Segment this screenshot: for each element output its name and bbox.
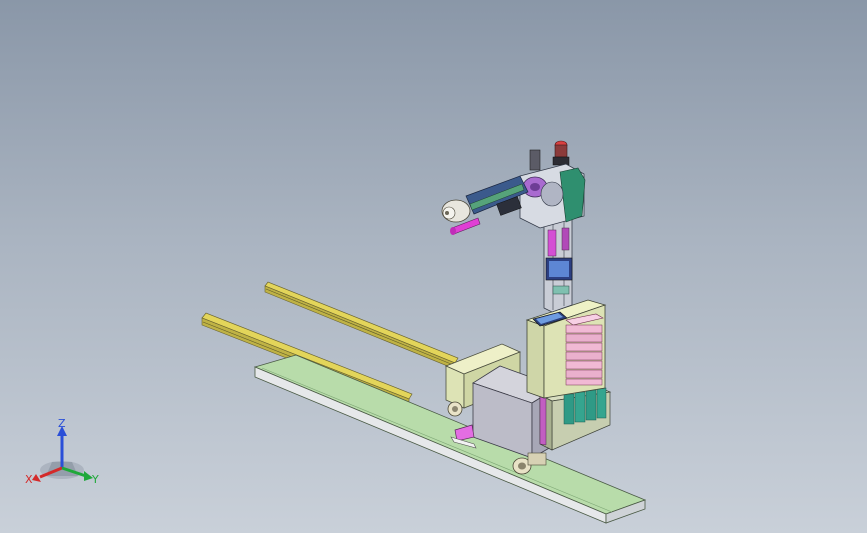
x-axis-label: X <box>25 473 33 486</box>
robot-shoulder <box>519 140 586 229</box>
y-axis-label: Y <box>91 473 99 486</box>
cad-viewport[interactable]: Z X Y <box>0 0 867 533</box>
x-axis-arrowhead <box>32 474 41 482</box>
z-axis-label: Z <box>58 417 66 430</box>
coordinate-triad-icon: Z X Y <box>25 417 99 486</box>
robot-assembly-model[interactable] <box>0 0 867 533</box>
robot-forearm <box>441 175 529 235</box>
